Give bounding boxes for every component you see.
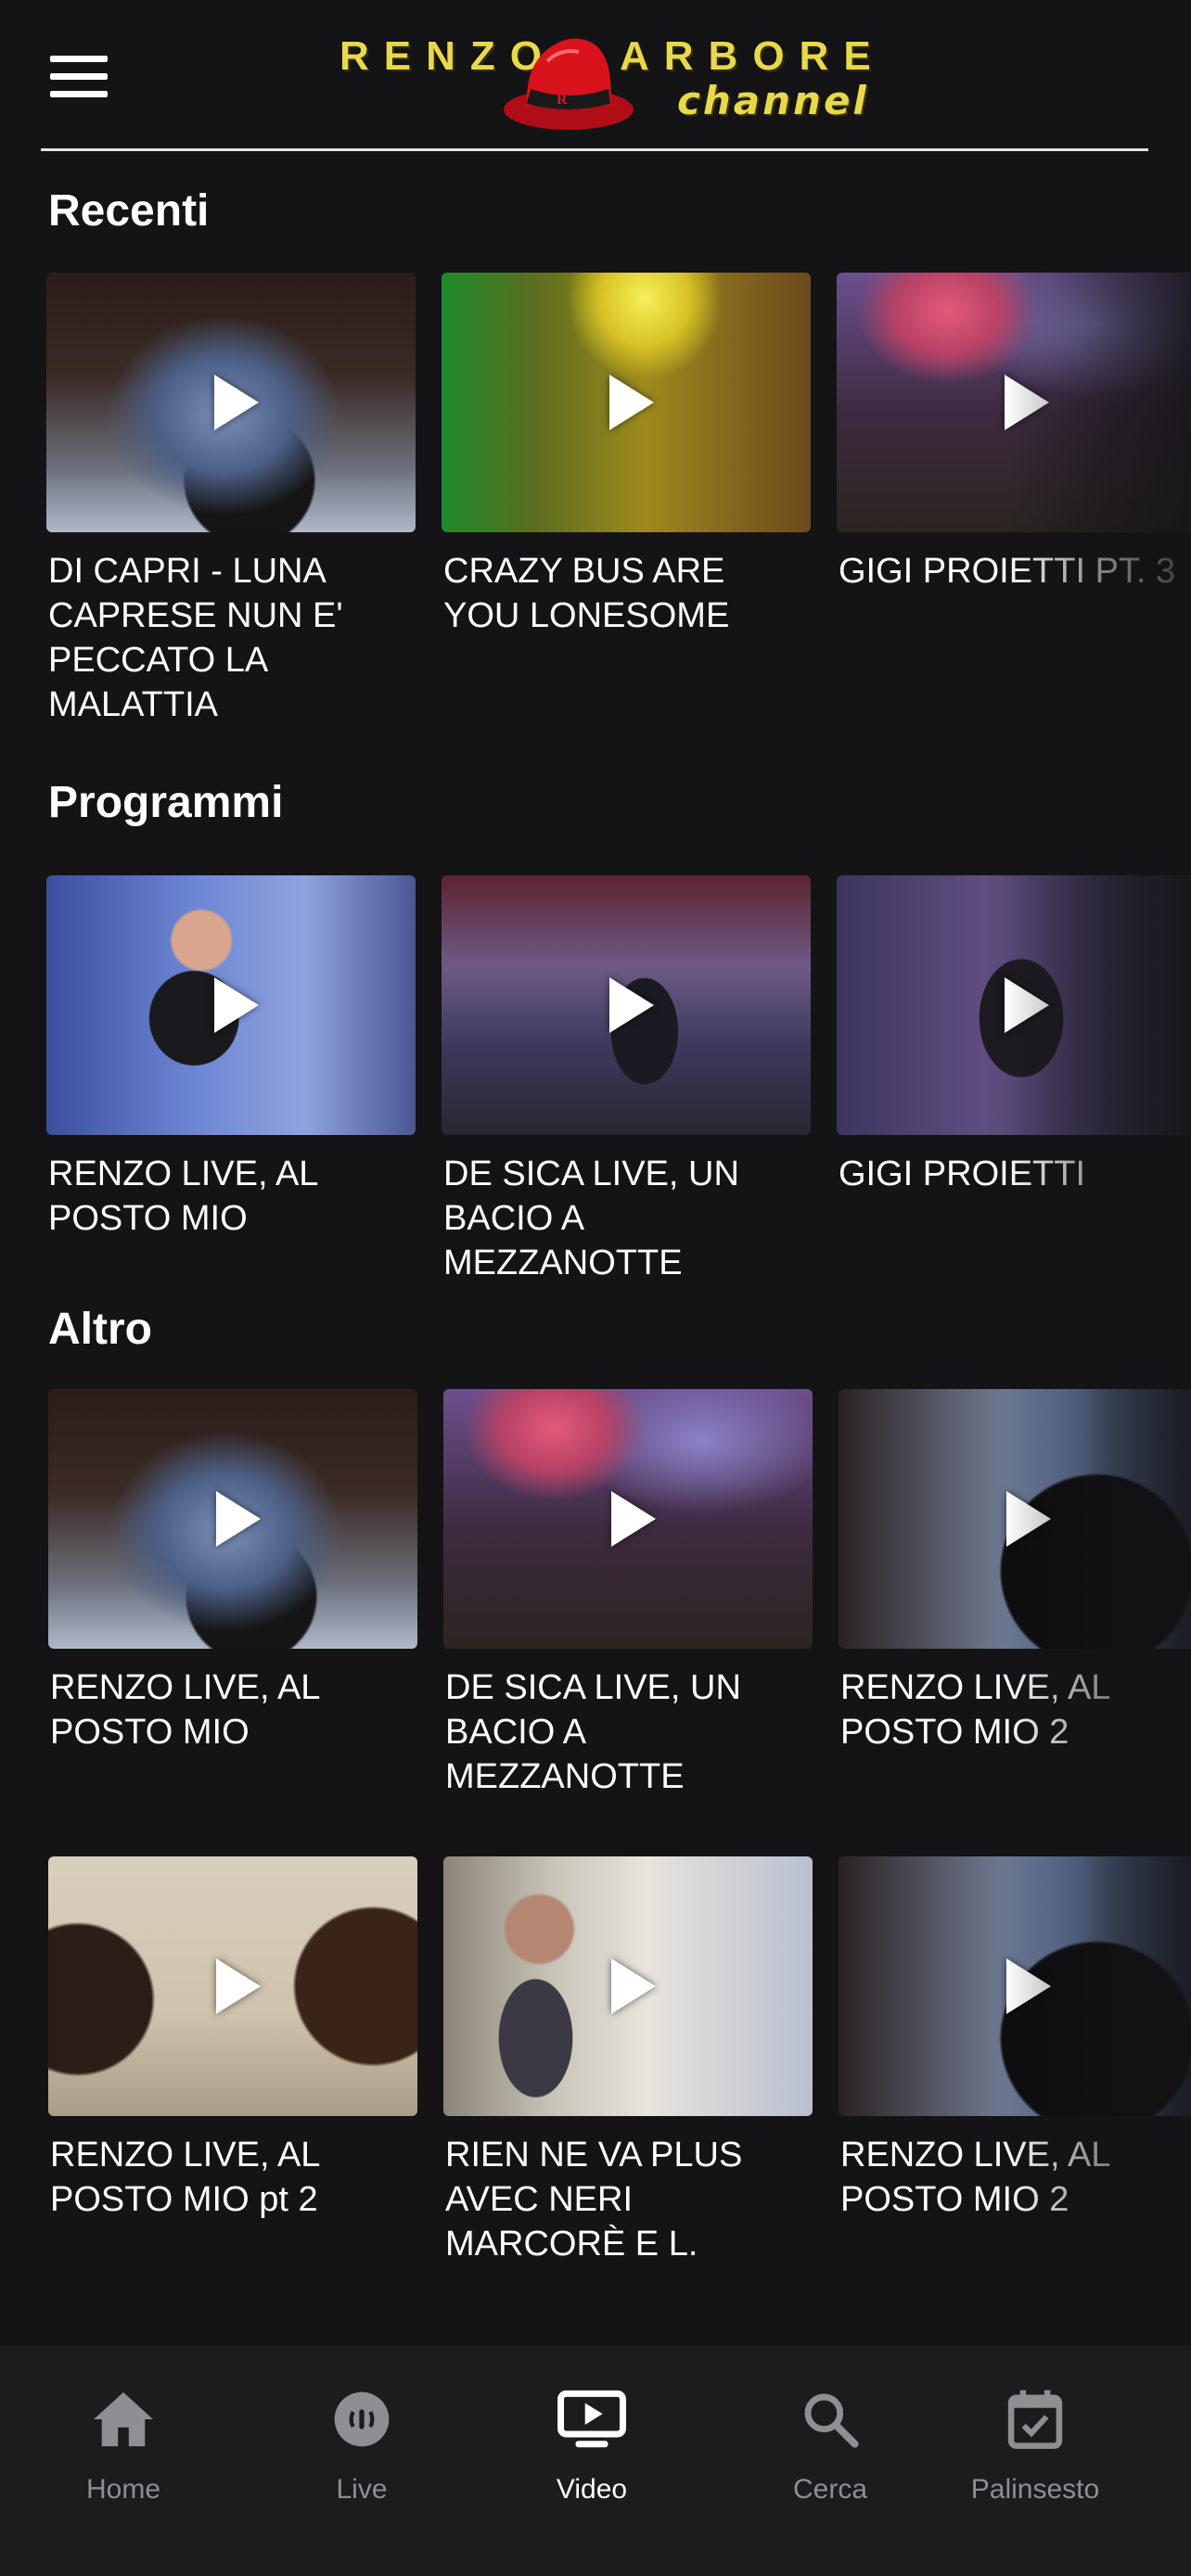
video-thumbnail[interactable]: [837, 875, 1191, 1135]
video-title: RENZO LIVE, AL POSTO MIO pt 2: [50, 2136, 320, 2219]
logo-arbore: ARBORE: [620, 33, 886, 79]
play-icon: [214, 977, 259, 1033]
video-thumbnail[interactable]: [442, 875, 811, 1135]
play-icon: [1005, 375, 1049, 430]
video-card[interactable]: DE SICA LIVE, UN BACIO A MEZZANOTTE: [443, 1389, 813, 1799]
nav-item-palinsesto[interactable]: Palinsesto: [933, 2383, 1137, 2506]
video-card[interactable]: RENZO LIVE, AL POSTO MIO 2: [839, 1389, 1191, 1754]
video-thumbnail[interactable]: [46, 273, 416, 532]
play-icon: [216, 1491, 261, 1547]
play-icon: [214, 375, 259, 430]
video-card[interactable]: GIGI PROIETTI: [837, 875, 1191, 1196]
video-thumbnail[interactable]: [839, 1389, 1191, 1649]
section-title-programmi: Programmi: [48, 778, 284, 827]
video-title: RENZO LIVE, AL POSTO MIO 2: [840, 2136, 1110, 2219]
play-icon: [1006, 1958, 1051, 2014]
video-title: RENZO LIVE, AL POSTO MIO 2: [840, 1668, 1110, 1752]
section-title-recenti: Recenti: [48, 186, 210, 236]
play-icon: [609, 977, 654, 1033]
hamburger-menu-icon[interactable]: [50, 56, 108, 98]
nav-item-live[interactable]: Live: [260, 2383, 464, 2506]
video-card[interactable]: RENZO LIVE, AL POSTO MIO pt 2: [48, 1856, 417, 2222]
video-title: RIEN NE VA PLUS AVEC NERI MARCORÈ E L.: [445, 2136, 743, 2264]
video-thumbnail[interactable]: [839, 1856, 1191, 2116]
nav-label: Video: [556, 2474, 628, 2505]
video-icon: [490, 2383, 694, 2455]
live-icon: [260, 2383, 464, 2455]
svg-text:R: R: [557, 92, 568, 108]
header-divider: [41, 148, 1148, 151]
video-card[interactable]: DI CAPRI - LUNA CAPRESE NUN E' PECCATO L…: [46, 273, 416, 727]
nav-label: Cerca: [792, 2474, 868, 2505]
home-icon: [21, 2383, 225, 2455]
video-card[interactable]: GIGI PROIETTI PT. 3: [837, 273, 1191, 593]
video-card[interactable]: RENZO LIVE, AL POSTO MIO 2: [839, 1856, 1191, 2222]
logo-channel: channel: [677, 78, 869, 123]
nav-label: Home: [85, 2474, 161, 2505]
video-thumbnail[interactable]: [837, 273, 1191, 532]
play-icon: [611, 1491, 656, 1547]
calendar-icon: [933, 2383, 1137, 2455]
video-title: DI CAPRI - LUNA CAPRESE NUN E' PECCATO L…: [48, 552, 343, 724]
video-thumbnail[interactable]: [442, 273, 811, 532]
red-hat-icon: R: [504, 38, 634, 130]
section-title-altro: Altro: [48, 1305, 152, 1354]
video-card[interactable]: DE SICA LIVE, UN BACIO A MEZZANOTTE: [442, 875, 811, 1285]
video-thumbnail[interactable]: [443, 1856, 813, 2116]
play-icon: [611, 1958, 656, 2014]
nav-label: Palinsesto: [970, 2474, 1100, 2505]
video-title: GIGI PROIETTI PT. 3: [839, 552, 1176, 591]
video-thumbnail[interactable]: [48, 1389, 417, 1649]
nav-item-cerca[interactable]: Cerca: [728, 2383, 932, 2506]
video-thumbnail[interactable]: [46, 875, 416, 1135]
video-title: DE SICA LIVE, UN BACIO A MEZZANOTTE: [443, 1154, 739, 1282]
video-thumbnail[interactable]: [48, 1856, 417, 2116]
search-icon: [728, 2383, 932, 2455]
app-screen: RENZO R ARBORE channel Recenti DI CAPRI …: [0, 0, 1191, 2576]
video-title: DE SICA LIVE, UN BACIO A MEZZANOTTE: [445, 1668, 741, 1796]
nav-label: Live: [336, 2474, 388, 2505]
video-title: GIGI PROIETTI: [839, 1154, 1086, 1193]
video-title: RENZO LIVE, AL POSTO MIO: [50, 1668, 320, 1752]
video-card[interactable]: RENZO LIVE, AL POSTO MIO: [48, 1389, 417, 1754]
video-title: CRAZY BUS ARE YOU LONESOME: [443, 552, 730, 635]
video-thumbnail[interactable]: [443, 1389, 813, 1649]
play-icon: [609, 375, 654, 430]
video-title: RENZO LIVE, AL POSTO MIO: [48, 1154, 318, 1238]
video-card[interactable]: RIEN NE VA PLUS AVEC NERI MARCORÈ E L.: [443, 1856, 813, 2266]
app-header: RENZO R ARBORE channel: [0, 0, 1191, 158]
video-card[interactable]: RENZO LIVE, AL POSTO MIO: [46, 875, 416, 1241]
nav-item-video[interactable]: Video: [490, 2383, 694, 2506]
play-icon: [1006, 1491, 1051, 1547]
channel-logo: RENZO R ARBORE channel: [334, 20, 871, 139]
play-icon: [216, 1958, 261, 2014]
play-icon: [1005, 977, 1049, 1033]
nav-item-home[interactable]: Home: [21, 2383, 225, 2506]
bottom-navigation: Home Live Video Cerca Palinsesto: [0, 2346, 1191, 2576]
video-card[interactable]: CRAZY BUS ARE YOU LONESOME: [442, 273, 811, 638]
